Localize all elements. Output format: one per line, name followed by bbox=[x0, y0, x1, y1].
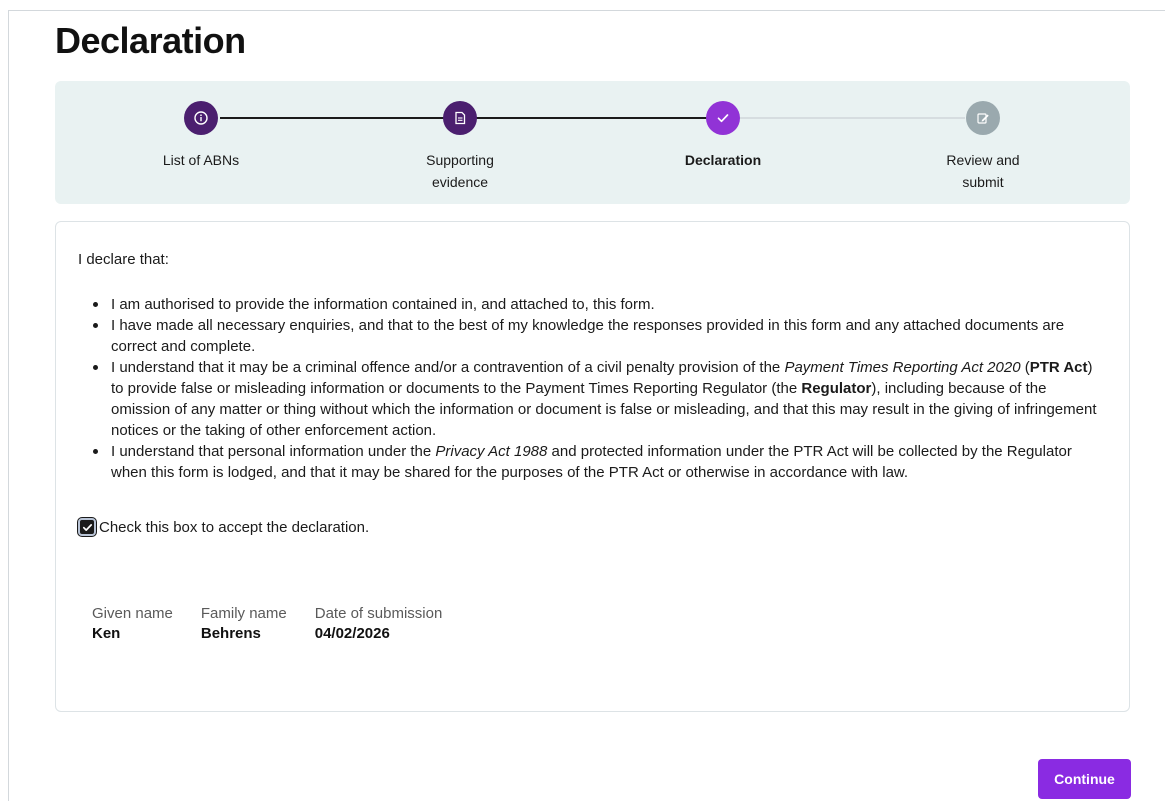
declaration-item: I understand that personal information u… bbox=[78, 441, 1108, 483]
accept-declaration-checkbox[interactable] bbox=[78, 518, 96, 536]
step-label-line: Review and bbox=[946, 152, 1020, 168]
step-supporting-evidence[interactable]: Supporting evidence bbox=[370, 101, 550, 193]
step-label: List of ABNs bbox=[162, 152, 240, 168]
step-label: Supporting evidence bbox=[370, 149, 550, 193]
field-value: 04/02/2026 bbox=[314, 625, 390, 642]
declaration-card: I declare that: I am authorised to provi… bbox=[55, 221, 1130, 712]
progress-stepper: List of ABNs Supporting evidence Declara… bbox=[55, 81, 1130, 204]
family-name-field: Family name Behrens bbox=[201, 604, 287, 644]
text: I understand that personal information u… bbox=[111, 443, 436, 460]
step-label: Review and submit bbox=[893, 149, 1073, 193]
document-icon bbox=[443, 101, 477, 135]
declaration-item: I am authorised to provide the informati… bbox=[78, 294, 1108, 315]
check-icon bbox=[706, 101, 740, 135]
edit-icon bbox=[966, 101, 1000, 135]
declaration-item: I have made all necessary enquiries, and… bbox=[78, 315, 1108, 357]
step-review-and-submit[interactable]: Review and submit bbox=[893, 101, 1073, 193]
field-label: Family name bbox=[200, 605, 287, 622]
step-label-line: evidence bbox=[431, 174, 489, 190]
declarant-details: Given name Ken Family name Behrens Date … bbox=[92, 604, 470, 644]
declaration-list: I am authorised to provide the informati… bbox=[78, 294, 1108, 483]
declaration-intro: I declare that: bbox=[78, 251, 169, 268]
act-name: Privacy Act 1988 bbox=[435, 443, 548, 460]
step-declaration[interactable]: Declaration bbox=[633, 101, 813, 171]
date-of-submission-field: Date of submission 04/02/2026 bbox=[315, 604, 443, 644]
field-value: Ken bbox=[92, 625, 121, 642]
step-label: Declaration bbox=[684, 152, 762, 168]
field-label: Date of submission bbox=[314, 605, 443, 622]
info-icon bbox=[184, 101, 218, 135]
declaration-item: I understand that it may be a criminal o… bbox=[78, 357, 1108, 441]
checkmark-icon bbox=[82, 523, 92, 531]
checkbox-label: Check this box to accept the declaration… bbox=[99, 518, 370, 536]
field-label: Given name bbox=[92, 605, 173, 622]
defined-term: Regulator bbox=[801, 380, 872, 397]
text: ( bbox=[1020, 359, 1030, 376]
given-name-field: Given name Ken bbox=[92, 604, 173, 644]
continue-button[interactable]: Continue bbox=[1038, 759, 1131, 799]
defined-term: PTR Act bbox=[1029, 359, 1088, 376]
step-list-of-abns[interactable]: List of ABNs bbox=[111, 101, 291, 171]
text: I understand that it may be a criminal o… bbox=[111, 359, 785, 376]
step-label-line: Supporting bbox=[426, 152, 494, 168]
step-label-line: submit bbox=[962, 174, 1004, 190]
page-title: Declaration bbox=[55, 20, 246, 61]
act-name: Payment Times Reporting Act 2020 bbox=[784, 359, 1021, 376]
field-value: Behrens bbox=[200, 625, 261, 642]
accept-declaration-row[interactable]: Check this box to accept the declaration… bbox=[78, 518, 369, 536]
